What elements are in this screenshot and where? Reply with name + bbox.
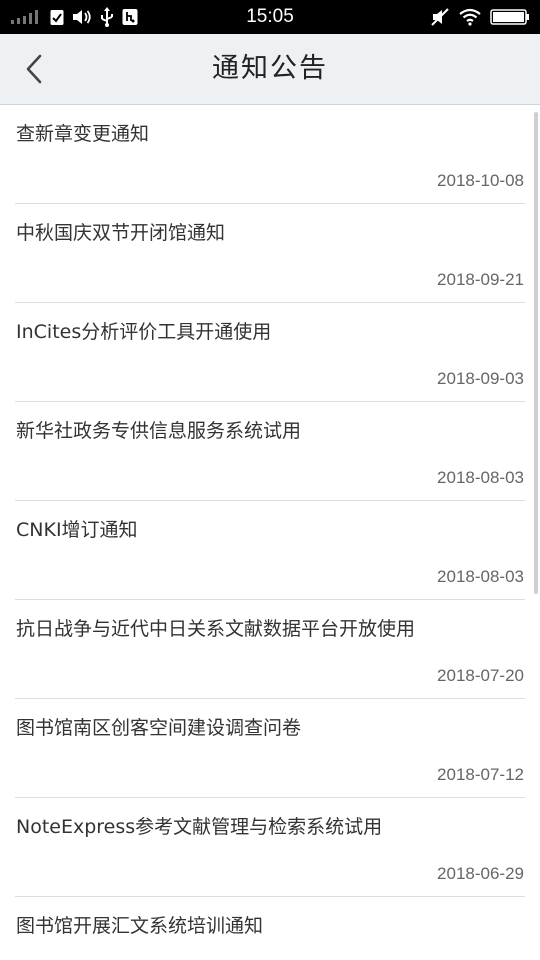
notice-item[interactable]: InCites分析评价工具开通使用 2018-09-03 (15, 303, 525, 402)
notice-date: 2018-09-03 (437, 369, 524, 388)
notice-date: 2018-08-03 (437, 468, 524, 487)
status-bar: 15:05 (0, 0, 540, 34)
scrollbar[interactable] (534, 112, 538, 594)
notice-title: InCites分析评价工具开通使用 (16, 321, 272, 343)
notice-title: 中秋国庆双节开闭馆通知 (16, 222, 226, 244)
signal-icon (10, 9, 42, 25)
status-icons-right (420, 7, 540, 27)
notice-title: 图书馆开展汇文系统培训通知 (16, 915, 264, 937)
notice-title: NoteExpress参考文献管理与检索系统试用 (16, 816, 383, 838)
notice-title: CNKI增订通知 (16, 519, 138, 541)
volume-icon (72, 8, 92, 26)
notice-item[interactable]: 查新章变更通知 2018-10-08 (15, 105, 525, 204)
notice-date: 2018-07-12 (437, 765, 524, 784)
notice-date: 2018-07-20 (437, 666, 524, 685)
check-icon (50, 8, 64, 26)
notice-item[interactable]: 图书馆南区创客空间建设调查问卷 2018-07-12 (15, 699, 525, 798)
app-header: 通知公告 (0, 34, 540, 105)
notice-date: 2018-09-21 (437, 270, 524, 289)
wifi-icon (458, 8, 482, 26)
battery-icon (490, 8, 530, 26)
notice-item[interactable]: 中秋国庆双节开闭馆通知 2018-09-21 (15, 204, 525, 303)
notice-item[interactable]: NoteExpress参考文献管理与检索系统试用 2018-06-29 (15, 798, 525, 897)
status-icons-left (0, 7, 148, 27)
notice-date: 2018-08-03 (437, 567, 524, 586)
notice-list[interactable]: 查新章变更通知 2018-10-08 中秋国庆双节开闭馆通知 2018-09-2… (0, 105, 540, 960)
notice-item[interactable]: 新华社政务专供信息服务系统试用 2018-08-03 (15, 402, 525, 501)
usb-icon (100, 7, 114, 27)
notice-date: 2018-06-29 (437, 864, 524, 883)
notice-item[interactable]: 抗日战争与近代中日关系文献数据平台开放使用 2018-07-20 (15, 600, 525, 699)
notice-item[interactable]: 图书馆开展汇文系统培训通知 (15, 897, 525, 960)
notice-title: 查新章变更通知 (16, 123, 150, 145)
debug-icon (122, 8, 138, 26)
notice-title: 抗日战争与近代中日关系文献数据平台开放使用 (16, 618, 416, 640)
notice-title: 新华社政务专供信息服务系统试用 (16, 420, 302, 442)
notice-item[interactable]: CNKI增订通知 2018-08-03 (15, 501, 525, 600)
mute-icon (430, 7, 450, 27)
notice-date: 2018-10-08 (437, 171, 524, 190)
notice-title: 图书馆南区创客空间建设调查问卷 (16, 717, 302, 739)
page-title: 通知公告 (212, 53, 328, 84)
